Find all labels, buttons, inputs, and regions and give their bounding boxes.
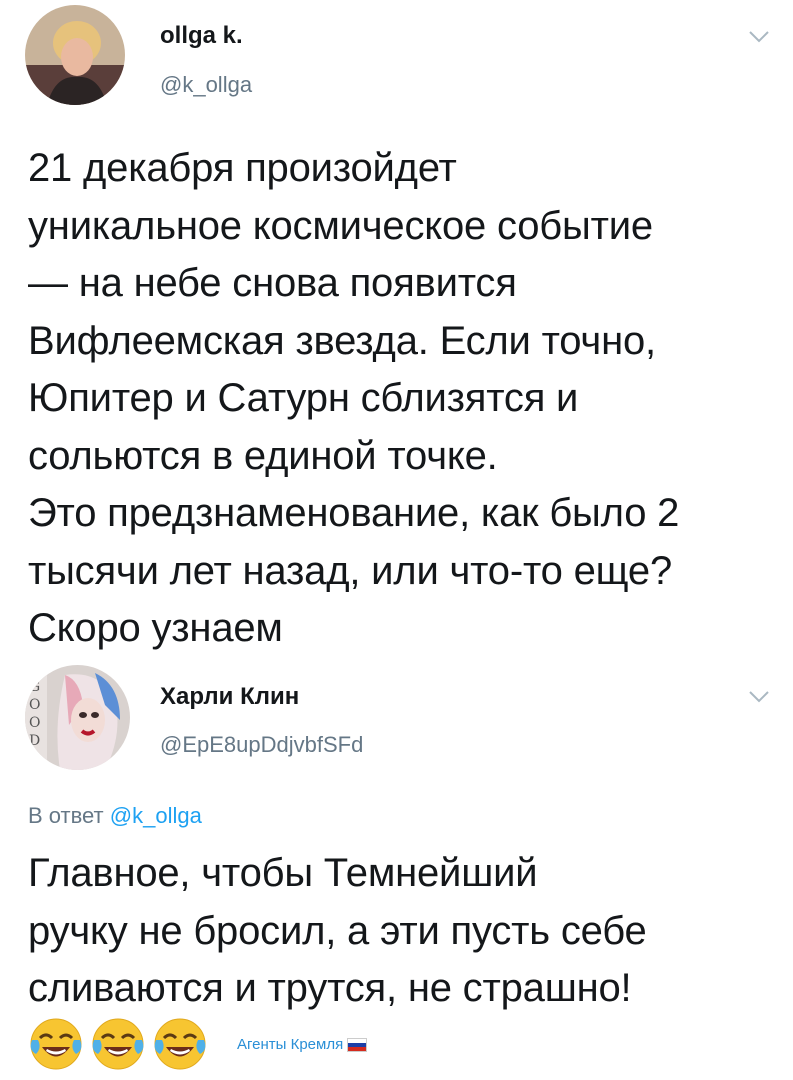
- avatar-photo-icon: G O O D: [25, 665, 130, 770]
- svg-text:O: O: [29, 715, 40, 731]
- tweet: ollga k. @k_ollga 21 декабря произойдет …: [0, 0, 793, 660]
- svg-text:G: G: [29, 679, 40, 695]
- face-with-tears-of-joy-icon: [92, 1018, 144, 1070]
- reply-to-prefix: В ответ: [28, 803, 104, 828]
- avatar[interactable]: [25, 5, 125, 105]
- reply-text: Главное, чтобы Темнейший ручку не бросил…: [28, 851, 647, 1010]
- author-name[interactable]: ollga k.: [160, 22, 243, 50]
- avatar-photo-icon: [25, 5, 125, 105]
- tweet-text: 21 декабря произойдет уникальное космиче…: [28, 146, 680, 650]
- russia-flag-icon: [347, 1037, 368, 1052]
- face-with-tears-of-joy-icon: [30, 1018, 82, 1070]
- reply-to-mention-link[interactable]: @k_ollga: [110, 803, 202, 828]
- svg-text:D: D: [29, 733, 40, 749]
- watermark: Агенты Кремля: [237, 1036, 368, 1053]
- reply-avatar[interactable]: G O O D: [25, 665, 130, 770]
- emoji-row: [28, 1016, 208, 1072]
- reply-author-name[interactable]: Харли Клин: [160, 683, 299, 711]
- face-with-tears-of-joy-icon: [154, 1018, 206, 1070]
- chevron-down-icon[interactable]: [748, 30, 770, 44]
- author-handle[interactable]: @k_ollga: [160, 72, 252, 98]
- chevron-down-icon[interactable]: [748, 690, 770, 704]
- svg-text:O: O: [29, 697, 40, 713]
- watermark-text: Агенты Кремля: [237, 1036, 344, 1053]
- reply-author-handle[interactable]: @EpE8upDdjvbfSFd: [160, 732, 363, 758]
- reply-context: В ответ @k_ollga: [28, 803, 202, 829]
